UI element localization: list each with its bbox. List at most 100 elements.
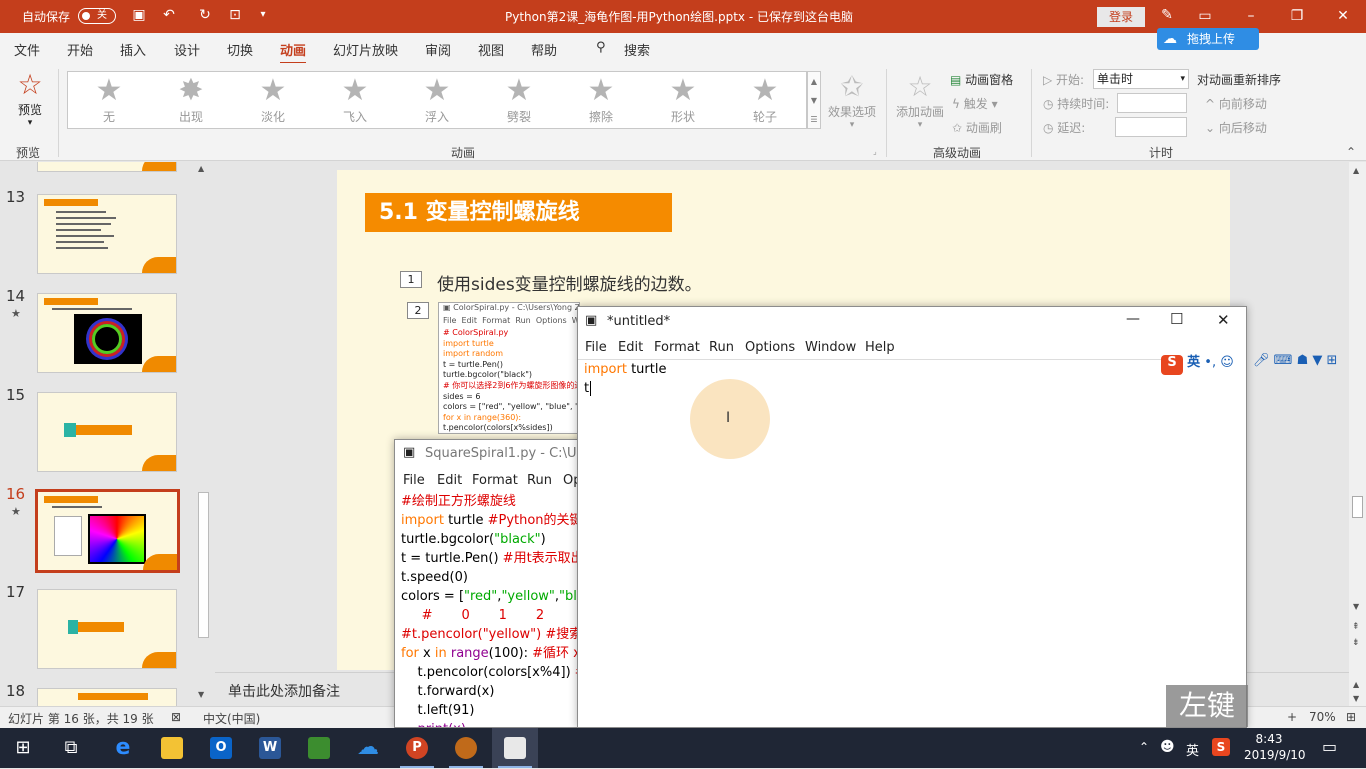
skin-icon[interactable]: ▼ <box>1312 353 1322 368</box>
animation-order-tag[interactable]: 1 <box>400 271 422 288</box>
scroll-up-icon[interactable]: ▲ <box>1353 680 1359 689</box>
slide-thumbnail-12[interactable] <box>37 162 177 172</box>
word-button[interactable]: W <box>247 728 293 768</box>
slide-thumbnail-14[interactable] <box>37 293 177 373</box>
slide-thumbnail-17[interactable] <box>37 589 177 669</box>
close-icon[interactable]: ✕ <box>1217 311 1230 329</box>
spellcheck-icon[interactable]: ⊠ <box>171 710 181 724</box>
baidu-cloud-button[interactable]: ☁ <box>345 728 391 768</box>
zoom-level[interactable]: 70% <box>1309 710 1336 724</box>
explorer-button[interactable] <box>149 728 195 768</box>
outlook-button[interactable]: O <box>198 728 244 768</box>
powerpoint-button[interactable]: P <box>394 728 440 768</box>
user-icon[interactable]: ☗ <box>1297 353 1309 368</box>
scroll-up-icon[interactable]: ▲ <box>1353 166 1359 175</box>
slide-thumbnail-13[interactable] <box>37 194 177 274</box>
task-view-button[interactable]: ⧉ <box>48 728 94 768</box>
animation-pane-button[interactable]: ▤ 动画窗格 <box>950 71 1013 88</box>
slide-thumbnail-18[interactable] <box>37 688 177 706</box>
start-select[interactable]: 单击时 ▾ <box>1093 69 1189 89</box>
present-icon[interactable]: ⊡ <box>226 6 244 24</box>
undo-icon[interactable]: ↶ <box>160 6 178 24</box>
anim-fade[interactable]: ★ 淡化 <box>243 74 303 128</box>
preview-button[interactable]: ☆ 预览 ▾ <box>10 69 50 129</box>
prev-slide-icon[interactable]: ⇞ <box>1352 622 1360 632</box>
anim-float-in[interactable]: ★ 浮入 <box>407 74 467 128</box>
tab-search[interactable]: 搜索 <box>624 40 650 59</box>
save-icon[interactable]: ▣ <box>130 6 148 24</box>
login-button[interactable]: 登录 <box>1097 7 1145 27</box>
python-idle-button[interactable] <box>492 728 538 768</box>
menu-edit[interactable]: Edit <box>618 340 643 355</box>
scroll-thumb[interactable] <box>198 492 209 638</box>
notification-icon[interactable]: ▭ <box>1322 737 1337 756</box>
slide-bullet[interactable]: 使用sides变量控制螺旋线的边数。 <box>437 270 702 295</box>
tab-insert[interactable]: 插入 <box>120 40 146 59</box>
tab-transitions[interactable]: 切换 <box>227 40 253 59</box>
punct-icon[interactable]: •, <box>1204 355 1216 370</box>
idle-editor-window-untitled[interactable]: ▣ *untitled* — ☐ ✕ File Edit Format Run … <box>577 306 1247 728</box>
code-editor[interactable]: import turtle t <box>584 360 666 398</box>
restore-icon[interactable]: ❐ <box>1274 0 1320 33</box>
anim-shape[interactable]: ★ 形状 <box>653 74 713 128</box>
upload-badge[interactable]: ☁ 拖拽上传 <box>1157 28 1259 50</box>
move-earlier-button[interactable]: ^ 向前移动 <box>1205 95 1267 112</box>
zoom-in-icon[interactable]: + <box>1287 710 1297 724</box>
maximize-icon[interactable]: ☐ <box>1170 310 1183 328</box>
effect-options-button[interactable]: ✩ 效果选项 ▾ <box>826 71 878 131</box>
window-titlebar[interactable]: ▣ SquareSpiral1.py - C:\User <box>395 440 583 468</box>
redo-icon[interactable]: ↻ <box>196 6 214 24</box>
slide-thumbnail-15[interactable] <box>37 392 177 472</box>
slide-thumbnail-16[interactable] <box>35 489 180 573</box>
tab-animations[interactable]: 动画 <box>280 40 307 65</box>
menu-window[interactable]: Window <box>805 340 856 355</box>
tab-review[interactable]: 审阅 <box>425 40 451 59</box>
chart-app-button[interactable] <box>296 728 342 768</box>
tab-slideshow[interactable]: 幻灯片放映 <box>333 40 398 59</box>
menu-run[interactable]: Run <box>709 340 734 355</box>
toolbox-icon[interactable]: ⊞ <box>1327 353 1338 368</box>
ime-lang[interactable]: 英 <box>1187 355 1200 370</box>
start-button[interactable]: ⊞ <box>0 728 46 768</box>
menu-format[interactable]: Format <box>472 473 518 488</box>
emoji-icon[interactable]: ☺ <box>1220 355 1234 370</box>
menu-format[interactable]: Format <box>654 340 700 355</box>
mic-icon[interactable]: 🎤︎ <box>1253 353 1270 368</box>
tab-home[interactable]: 开始 <box>67 40 93 59</box>
autosave-toggle[interactable]: 关 <box>78 8 116 24</box>
menu-run[interactable]: Run <box>527 473 552 488</box>
thumbnail-scrollbar[interactable]: ▲ ▼ <box>196 162 211 706</box>
language-status[interactable]: 中文(中国) <box>203 710 260 727</box>
animation-order-tag[interactable]: 2 <box>407 302 429 319</box>
scroll-thumb[interactable] <box>1352 496 1363 518</box>
collapse-ribbon-icon[interactable]: ⌃ <box>1346 145 1356 159</box>
anim-wipe[interactable]: ★ 擦除 <box>571 74 631 128</box>
fit-slide-icon[interactable]: ⊞ <box>1346 710 1356 724</box>
tab-file[interactable]: 文件 <box>14 40 40 59</box>
keyboard-icon[interactable]: ⌨ <box>1274 353 1293 368</box>
scroll-down-icon[interactable]: ▼ <box>198 690 204 699</box>
close-icon[interactable]: ✕ <box>1320 0 1366 33</box>
scroll-down-icon[interactable]: ▼ <box>1353 694 1359 703</box>
dialog-launcher-icon[interactable]: ⌟ <box>873 147 877 156</box>
anim-fly-in[interactable]: ★ 飞入 <box>325 74 385 128</box>
ime-toolbar-extension[interactable]: 🎤︎ ⌨ ☗ ▼ ⊞ <box>1253 353 1366 375</box>
tab-view[interactable]: 视图 <box>478 40 504 59</box>
gallery-scroll[interactable]: ▲ ▼ ☰ <box>807 71 821 129</box>
code-screenshot-image[interactable]: ▣ ColorSpiral.py - C:\Users\Yong Zheng F… <box>438 302 580 434</box>
next-slide-icon[interactable]: ⇟ <box>1352 638 1360 648</box>
pen-icon[interactable]: ✎ <box>1158 6 1176 24</box>
menu-file[interactable]: File <box>403 473 425 488</box>
trigger-button[interactable]: ϟ 触发 ▾ <box>952 95 998 112</box>
menu-file[interactable]: File <box>585 340 607 355</box>
slide-title[interactable]: 5.1 变量控制螺旋线 <box>365 193 672 232</box>
taskbar-clock[interactable]: 8:43 2019/9/10 <box>1244 731 1306 763</box>
scroll-down-icon[interactable]: ▼ <box>1353 602 1359 611</box>
tray-expand-icon[interactable]: ⌃ <box>1139 740 1149 754</box>
animation-painter-button[interactable]: ✩ 动画刷 <box>952 119 1002 136</box>
app-button[interactable] <box>443 728 489 768</box>
scroll-up-icon[interactable]: ▲ <box>198 164 204 173</box>
edge-button[interactable]: e <box>100 728 146 768</box>
search-icon[interactable]: ⚲ <box>596 40 606 55</box>
code-editor[interactable]: #绘制正方形螺旋线 import turtle #Python的关键字 turt… <box>401 492 583 727</box>
